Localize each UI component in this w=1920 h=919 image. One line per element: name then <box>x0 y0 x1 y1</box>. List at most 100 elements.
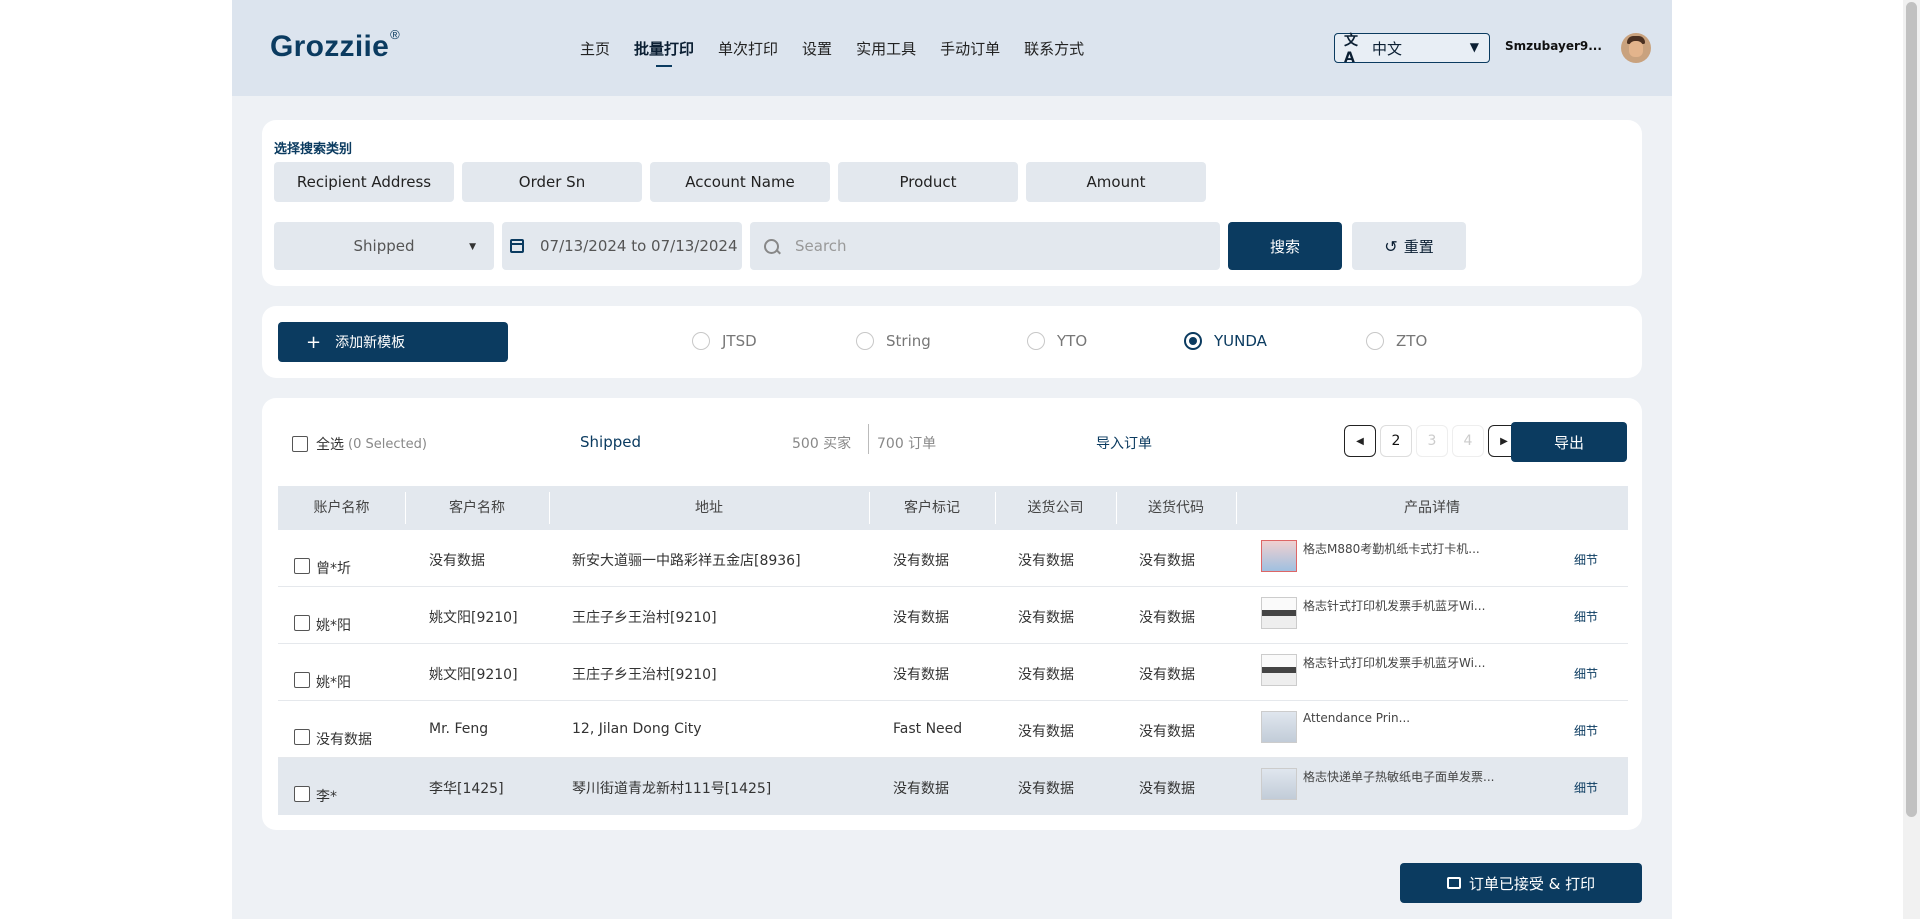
detail-link[interactable]: 细节 <box>1574 665 1598 682</box>
product-thumbnail <box>1261 540 1297 572</box>
carrier-radio-jtsd[interactable]: JTSD <box>692 332 757 350</box>
selected-count: (0 Selected) <box>348 436 427 452</box>
carrier-radio-yto[interactable]: YTO <box>1027 332 1087 350</box>
divider <box>868 424 869 454</box>
cell-customer: 李华[1425] <box>429 781 504 797</box>
cell-product: 格志快递单子热敏纸电子面单发票... <box>1303 770 1495 784</box>
row-checkbox[interactable] <box>294 558 310 574</box>
nav-manual-order[interactable]: 手动订单 <box>940 38 1000 59</box>
accept-and-print-button[interactable]: 订单已接受 & 打印 <box>1400 863 1642 903</box>
row-checkbox[interactable] <box>294 729 310 745</box>
cell-mark: 没有数据 <box>893 553 949 569</box>
radio-checked-icon <box>1184 332 1202 350</box>
category-order-sn[interactable]: Order Sn <box>462 162 642 202</box>
cell-customer: Mr. Feng <box>429 721 489 737</box>
nav-contact[interactable]: 联系方式 <box>1024 38 1084 59</box>
nav-single-print[interactable]: 单次打印 <box>718 38 778 59</box>
export-button[interactable]: 导出 <box>1511 422 1627 462</box>
main-nav: 主页 批量打印 单次打印 设置 实用工具 手动订单 联系方式 <box>580 38 1084 67</box>
cell-code: 没有数据 <box>1139 724 1195 740</box>
import-orders-link[interactable]: 导入订单 <box>1096 433 1152 453</box>
nav-home[interactable]: 主页 <box>580 38 610 59</box>
nav-batch-print[interactable]: 批量打印 <box>634 38 694 67</box>
product-thumbnail <box>1261 654 1297 686</box>
cell-product: 格志针式打印机发票手机蓝牙Wi... <box>1303 656 1486 670</box>
detail-link[interactable]: 细节 <box>1574 722 1598 739</box>
product-thumbnail <box>1261 597 1297 629</box>
nav-settings[interactable]: 设置 <box>802 38 832 59</box>
table-row[interactable]: 姚*阳 姚文阳[9210] 王庄子乡王治村[9210] 没有数据 没有数据 没有… <box>278 644 1628 701</box>
nav-tools[interactable]: 实用工具 <box>856 38 916 59</box>
logo[interactable]: Grozziie® <box>270 27 400 64</box>
column-header-account: 账户名称 <box>313 500 370 516</box>
category-recipient-address[interactable]: Recipient Address <box>274 162 454 202</box>
language-select[interactable]: 文A 中文 ▼ <box>1334 33 1490 66</box>
carrier-radio-yunda[interactable]: YUNDA <box>1184 332 1267 350</box>
status-tab-shipped[interactable]: Shipped <box>580 433 641 451</box>
status-select-value: Shipped <box>353 237 415 255</box>
username[interactable]: Smzubayer9... <box>1505 39 1602 53</box>
carrier-panel: + 添加新模板 JTSD String YTO YUNDA ZTO <box>262 306 1642 378</box>
table-header: 账户名称 客户名称 地址 客户标记 送货公司 送货代码 产品详情 <box>278 486 1628 530</box>
cell-company: 没有数据 <box>1018 667 1074 683</box>
product-thumbnail <box>1261 768 1297 800</box>
cell-company: 没有数据 <box>1018 553 1074 569</box>
table-row[interactable]: 没有数据 Mr. Feng 12, Jilan Dong City Fast N… <box>278 701 1628 758</box>
select-all-checkbox[interactable] <box>292 436 308 452</box>
add-template-button[interactable]: + 添加新模板 <box>278 322 508 362</box>
printer-icon <box>1446 877 1461 889</box>
cell-company: 没有数据 <box>1018 781 1074 797</box>
cell-account: 没有数据 <box>316 732 372 748</box>
translate-icon: 文A <box>1344 33 1358 66</box>
cell-address: 王庄子乡王治村[9210] <box>572 667 717 683</box>
carrier-label: ZTO <box>1396 332 1428 350</box>
undo-icon: ↺ <box>1384 236 1398 256</box>
page-2-button[interactable]: 2 <box>1380 425 1412 457</box>
table-row[interactable]: 姚*阳 姚文阳[9210] 王庄子乡王治村[9210] 没有数据 没有数据 没有… <box>278 587 1628 644</box>
page-4-button[interactable]: 4 <box>1452 425 1484 457</box>
status-select[interactable]: Shipped ▼ <box>274 222 494 270</box>
orders-count: 700 订单 <box>877 436 937 452</box>
category-account-name[interactable]: Account Name <box>650 162 830 202</box>
scrollbar-thumb[interactable] <box>1906 2 1917 817</box>
search-category-title: 选择搜索类别 <box>274 142 353 157</box>
chevron-down-icon: ▼ <box>1469 40 1479 54</box>
cell-account: 姚*阳 <box>316 618 351 634</box>
language-label: 中文 <box>1372 39 1403 58</box>
cell-account: 李* <box>316 789 337 805</box>
category-amount[interactable]: Amount <box>1026 162 1206 202</box>
column-header-mark: 客户标记 <box>904 500 960 516</box>
plus-icon: + <box>306 331 322 353</box>
cell-address: 新安大道骊一中路彩祥五金店[8936] <box>572 553 801 569</box>
search-box <box>750 222 1220 270</box>
cell-company: 没有数据 <box>1018 724 1074 740</box>
select-all[interactable]: 全选 (0 Selected) <box>292 434 427 454</box>
row-checkbox[interactable] <box>294 672 310 688</box>
search-button[interactable]: 搜索 <box>1228 222 1342 270</box>
reset-button[interactable]: ↺ 重置 <box>1352 222 1466 270</box>
row-checkbox[interactable] <box>294 786 310 802</box>
cell-product: 格志针式打印机发票手机蓝牙Wi... <box>1303 599 1486 613</box>
detail-link[interactable]: 细节 <box>1574 608 1598 625</box>
radio-icon <box>1366 332 1384 350</box>
category-product[interactable]: Product <box>838 162 1018 202</box>
detail-link[interactable]: 细节 <box>1574 551 1598 568</box>
select-all-label: 全选 <box>316 437 344 453</box>
search-input[interactable] <box>793 236 1197 256</box>
date-range-picker[interactable]: 07/13/2024 to 07/13/2024 <box>502 222 742 270</box>
row-checkbox[interactable] <box>294 615 310 631</box>
prev-page-button[interactable]: ◀ <box>1344 425 1376 457</box>
detail-link[interactable]: 细节 <box>1574 779 1598 796</box>
cell-account: 姚*阳 <box>316 675 351 691</box>
search-panel: 选择搜索类别 Recipient Address Order Sn Accoun… <box>262 120 1642 286</box>
table-row[interactable]: 李* 李华[1425] 琴川街道青龙新村111号[1425] 没有数据 没有数据… <box>278 758 1628 815</box>
table-row[interactable]: 曾*圻 没有数据 新安大道骊一中路彩祥五金店[8936] 没有数据 没有数据 没… <box>278 530 1628 587</box>
page-3-button[interactable]: 3 <box>1416 425 1448 457</box>
carrier-label: JTSD <box>722 332 757 350</box>
avatar[interactable] <box>1621 33 1651 63</box>
cell-code: 没有数据 <box>1139 781 1195 797</box>
carrier-radio-string[interactable]: String <box>856 332 931 350</box>
carrier-radio-zto[interactable]: ZTO <box>1366 332 1427 350</box>
cell-product: 格志M880考勤机纸卡式打卡机... <box>1303 542 1480 556</box>
cell-customer: 姚文阳[9210] <box>429 667 518 683</box>
